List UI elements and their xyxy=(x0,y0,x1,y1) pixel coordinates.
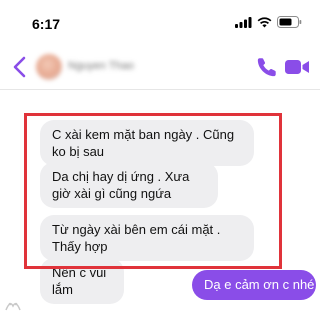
back-chevron-icon[interactable] xyxy=(10,54,30,80)
battery-icon xyxy=(277,16,302,28)
outgoing-message[interactable]: Dạ e cảm ơn c nhé xyxy=(192,270,316,300)
status-time: 6:17 xyxy=(32,16,61,32)
highlight-annotation-box xyxy=(24,113,282,269)
video-camera-icon[interactable] xyxy=(284,58,310,76)
phone-icon[interactable] xyxy=(256,56,278,78)
status-bar: 6:17 xyxy=(0,0,320,40)
avatar[interactable] xyxy=(36,54,62,80)
status-icons xyxy=(235,14,302,30)
reaction-sticker-icon xyxy=(5,302,21,311)
chat-header: Nguyen Thao xyxy=(0,44,320,90)
contact-name[interactable]: Nguyen Thao xyxy=(68,60,134,72)
wifi-icon xyxy=(257,16,272,27)
cellular-signal-icon xyxy=(235,16,252,28)
